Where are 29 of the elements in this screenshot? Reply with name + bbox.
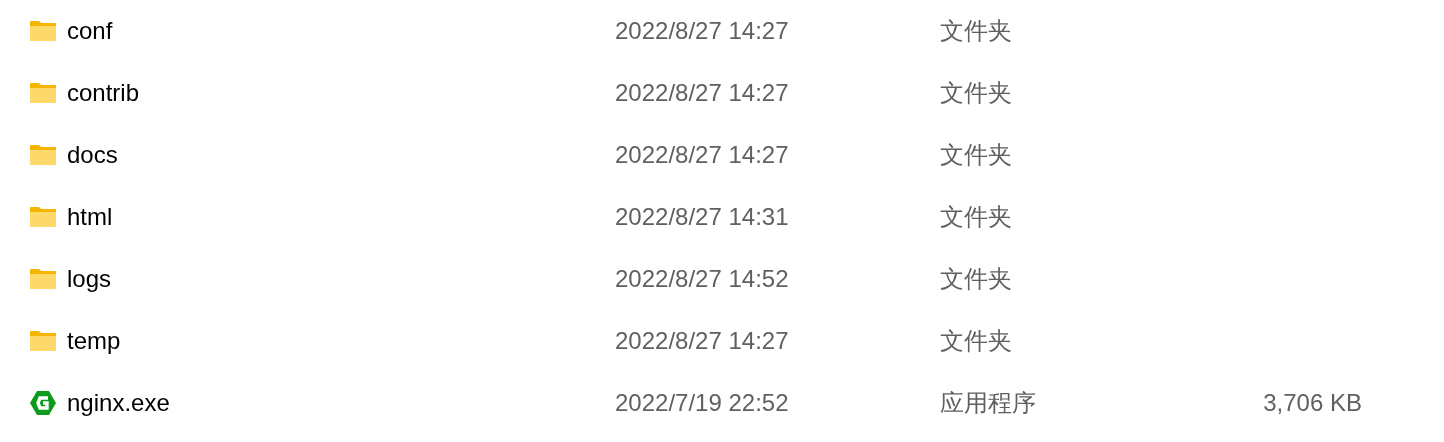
modified-date: 2022/7/19 22:52 [615,389,790,417]
modified-date: 2022/8/27 14:27 [615,327,790,355]
file-name[interactable]: docs [67,141,118,169]
modified-date: 2022/8/27 14:27 [615,79,790,107]
app-icon [29,390,57,416]
folder-icon [29,268,57,290]
file-name[interactable]: html [67,203,113,231]
file-name[interactable]: conf [67,17,113,45]
file-type: 文件夹 [940,202,1013,233]
modified-date: 2022/8/27 14:52 [615,265,790,293]
file-type: 应用程序 [940,388,1037,419]
folder-icon [29,82,57,104]
modified-date: 2022/8/27 14:31 [615,203,790,231]
modified-date: 2022/8/27 14:27 [615,17,790,45]
modified-date: 2022/8/27 14:27 [615,141,790,169]
file-type: 文件夹 [940,326,1013,357]
file-name[interactable]: temp [67,327,121,355]
file-type: 文件夹 [940,264,1013,295]
folder-icon [29,144,57,166]
folder-icon [29,206,57,228]
folder-icon [29,20,57,42]
file-type: 文件夹 [940,78,1013,109]
file-size: 3,706 KB [1262,389,1362,417]
folder-icon [29,330,57,352]
file-type: 文件夹 [940,16,1013,47]
file-name[interactable]: logs [67,265,112,293]
file-name[interactable]: nginx.exe [67,389,170,417]
file-name[interactable]: contrib [67,79,140,107]
file-type: 文件夹 [940,140,1013,171]
